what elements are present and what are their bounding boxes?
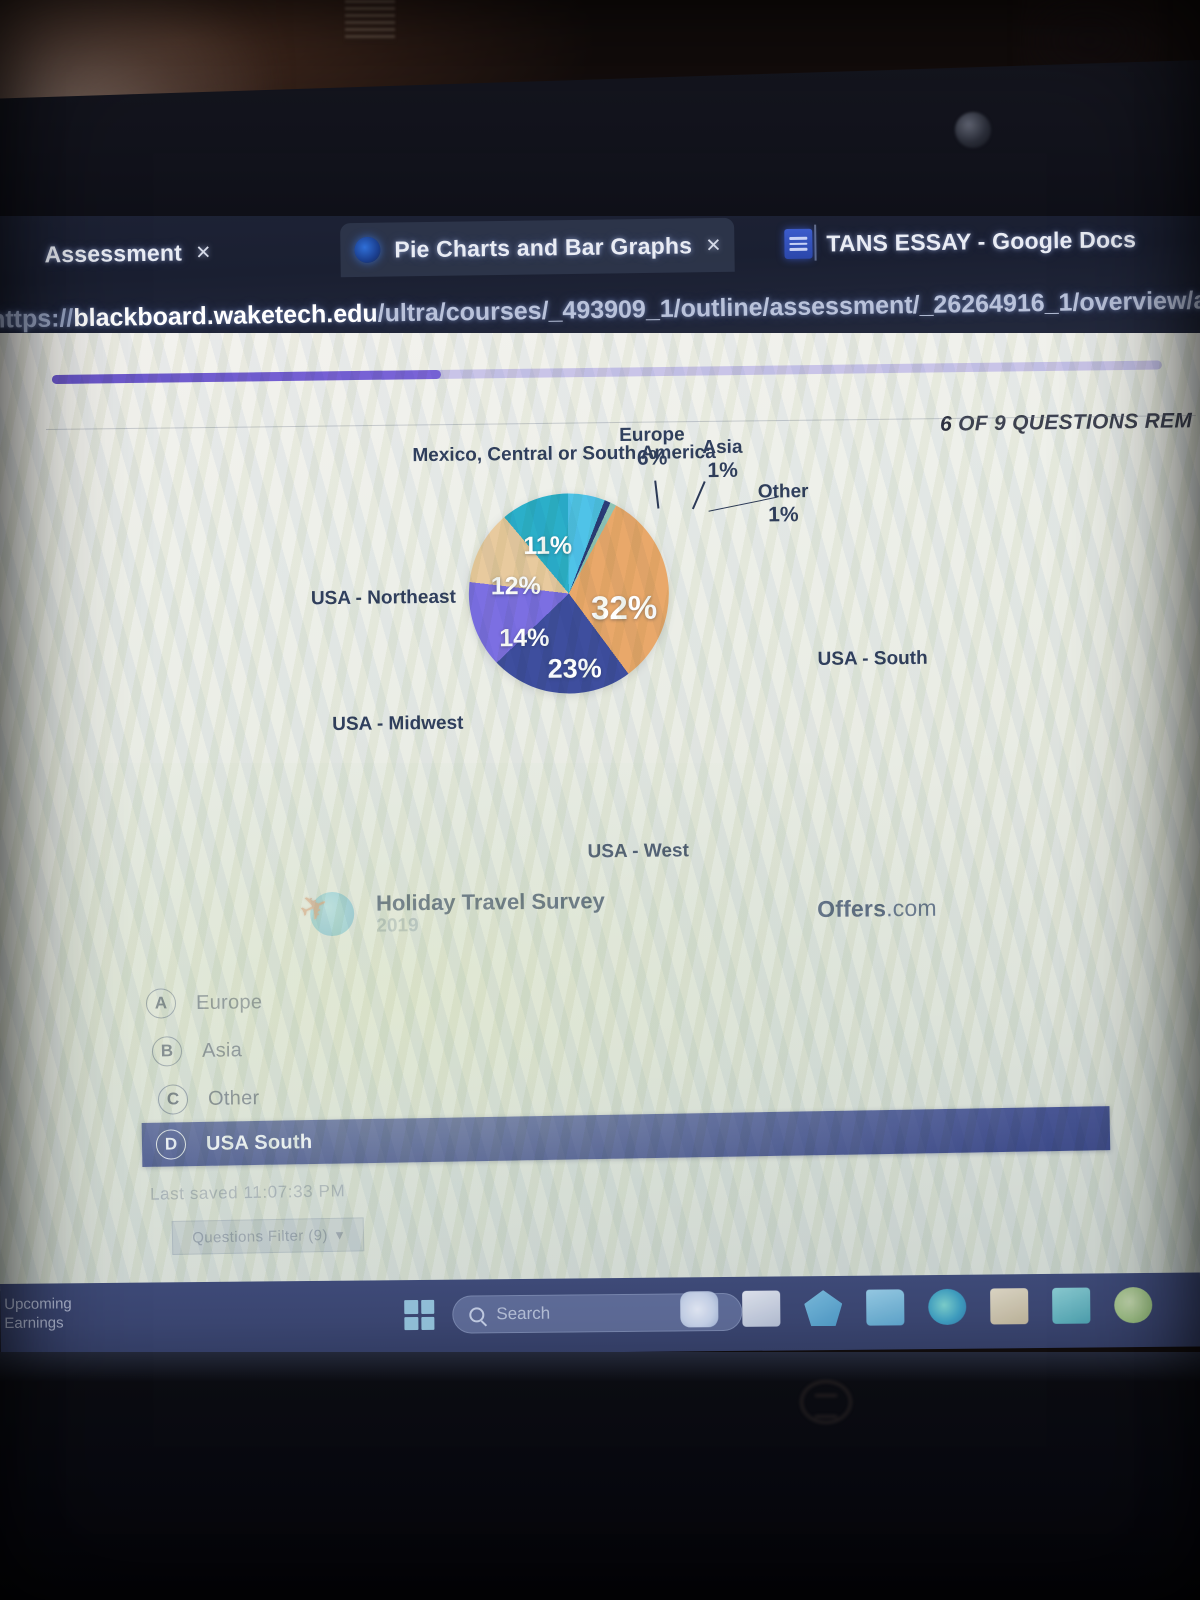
brand-tld: .com xyxy=(885,894,937,922)
tab-title: Assessment xyxy=(44,238,183,267)
url-scheme: https:// xyxy=(0,303,74,334)
offers-com-brand: Offers.com xyxy=(817,895,937,923)
tab-title: TANS ESSAY - Google Docs xyxy=(826,225,1137,256)
ceiling-vent xyxy=(345,0,395,42)
leader-line-asia xyxy=(691,481,706,510)
explorer-icon[interactable] xyxy=(742,1290,781,1327)
questions-remaining-label: 6 OF 9 QUESTIONS REM xyxy=(940,409,1193,437)
assessment-progress-bar xyxy=(51,360,1162,384)
option-letter-badge: D xyxy=(155,1129,187,1160)
windows-start-icon[interactable] xyxy=(404,1299,435,1331)
laptop-screen-photo: Assessment × Pie Charts and Bar Graphs ×… xyxy=(0,0,1200,1600)
last-saved-status: Last saved 11:07:33 PM xyxy=(149,1181,346,1204)
survey-year: 2019 xyxy=(376,914,419,937)
label-value: 6% xyxy=(636,446,668,471)
option-label: USA South xyxy=(205,1130,313,1155)
upcoming-earnings-widget[interactable]: Upcoming Earnings xyxy=(4,1295,72,1333)
option-label: Asia xyxy=(201,1038,243,1062)
widget-line-2: Earnings xyxy=(4,1314,64,1332)
url-text: https://blackboard.waketech.edu/ultra/co… xyxy=(0,285,1200,334)
tab-title: Pie Charts and Bar Graphs xyxy=(394,231,693,262)
answer-option-b[interactable]: B Asia xyxy=(138,1030,243,1071)
browser-tab-google-docs[interactable]: TANS ESSAY - Google Docs xyxy=(770,216,1151,271)
option-letter-badge: A xyxy=(145,988,177,1019)
google-docs-favicon xyxy=(784,228,813,260)
option-label: Europe xyxy=(195,990,263,1014)
label-text: USA - Midwest xyxy=(332,712,464,736)
bezel-sheen xyxy=(0,1352,1200,1382)
questions-filter-label: Questions Filter (9) xyxy=(192,1226,328,1247)
webcam-icon xyxy=(955,112,991,148)
store-icon[interactable] xyxy=(804,1290,842,1326)
option-letter-badge: B xyxy=(151,1036,183,1067)
url-host: blackboard.waketech.edu xyxy=(73,298,378,332)
brand-name: Offers xyxy=(817,895,887,922)
questions-remaining-count: 6 xyxy=(939,412,952,436)
chevron-down-icon: ▾ xyxy=(335,1226,344,1244)
label-text: USA - Northeast xyxy=(310,586,456,610)
questions-filter-button[interactable]: Questions Filter (9) ▾ xyxy=(171,1217,365,1255)
label-text: Europe xyxy=(619,424,685,446)
close-icon[interactable]: × xyxy=(196,238,211,267)
browser-tab-assessment[interactable]: Assessment × xyxy=(30,225,225,282)
pie-chart-infographic: 11% 12% 14% 23% 32% Mexico, Central or S… xyxy=(267,424,972,966)
answer-option-c[interactable]: C Other xyxy=(144,1078,260,1120)
label-europe: Europe 6% xyxy=(619,424,685,472)
slice-label-northeast: 12% xyxy=(490,571,541,601)
label-usa-northeast: USA - Northeast xyxy=(311,587,456,611)
address-bar[interactable]: https://blackboard.waketech.edu/ultra/co… xyxy=(0,272,1200,340)
green-app-icon[interactable] xyxy=(1114,1286,1153,1324)
windows-taskbar: Upcoming Earnings Search xyxy=(0,1272,1200,1358)
hp-logo xyxy=(800,1380,852,1424)
label-usa-south: USA - South xyxy=(817,648,927,672)
laptop-lower-bezel xyxy=(0,1352,1200,1600)
copilot-icon[interactable] xyxy=(680,1291,719,1328)
widget-line-1: Upcoming xyxy=(4,1295,72,1313)
slice-label-midwest: 14% xyxy=(499,623,550,653)
assessment-page: 6 OF 9 QUESTIONS REM 11% 12% 14% 23% 32%… xyxy=(0,333,1200,1291)
label-value: 1% xyxy=(768,503,799,527)
answer-option-d-selected[interactable]: D USA South xyxy=(141,1106,1111,1167)
assessment-progress-fill xyxy=(51,369,441,384)
teal-app-icon[interactable] xyxy=(1052,1287,1091,1324)
close-icon[interactable]: × xyxy=(706,230,721,259)
edge-icon[interactable] xyxy=(928,1288,967,1326)
label-value: 1% xyxy=(707,459,738,483)
label-asia: Asia 1% xyxy=(702,437,743,485)
browser-tab-pie-charts[interactable]: Pie Charts and Bar Graphs × xyxy=(340,217,736,278)
answer-option-a[interactable]: A Europe xyxy=(132,982,263,1024)
label-text: USA - South xyxy=(817,647,928,670)
travel-globe-plane-icon: ✈ xyxy=(294,885,361,945)
slice-label-mexico: 11% xyxy=(523,531,573,561)
photos-icon[interactable] xyxy=(990,1288,1029,1325)
questions-remaining-text: OF 9 QUESTIONS REM xyxy=(951,409,1193,436)
url-path: /ultra/courses/_493909_1/outline/assessm… xyxy=(377,285,1200,327)
label-other: Other 1% xyxy=(758,481,809,529)
infographic-footer: ✈ Holiday Travel Survey 2019 xyxy=(294,883,605,945)
survey-title: Holiday Travel Survey xyxy=(375,888,605,917)
taskbar-app-icons xyxy=(680,1286,1153,1328)
browser-chrome: Assessment × Pie Charts and Bar Graphs ×… xyxy=(0,216,1200,340)
slice-label-south: 32% xyxy=(590,588,658,627)
slice-label-west: 23% xyxy=(547,653,602,684)
label-usa-midwest: USA - Midwest xyxy=(332,713,463,737)
label-usa-west: USA - West xyxy=(587,840,689,864)
folder-icon[interactable] xyxy=(866,1289,905,1326)
label-text: Asia xyxy=(702,436,743,459)
pie-chart-favicon xyxy=(354,236,381,264)
search-icon xyxy=(469,1306,485,1322)
pie-chart: 11% 12% 14% 23% 32% xyxy=(467,492,670,695)
option-label: Other xyxy=(207,1086,260,1110)
label-text: USA - West xyxy=(587,840,690,863)
search-placeholder: Search xyxy=(496,1303,551,1324)
option-letter-badge: C xyxy=(157,1084,189,1115)
browser-tabstrip: Assessment × Pie Charts and Bar Graphs ×… xyxy=(0,216,1200,284)
